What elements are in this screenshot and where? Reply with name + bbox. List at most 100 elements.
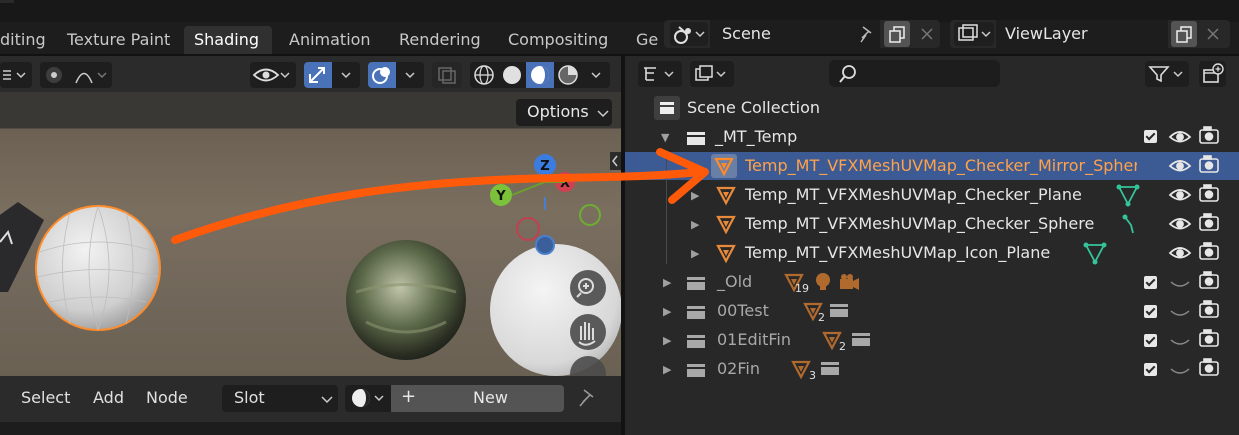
mirror-sphere[interactable] [346,240,466,360]
material-sphere-icon [352,389,384,407]
outliner-row-checker-mirror-sphere[interactable]: ▶ Temp_MT_VFXMeshUVMap_Checker_Mirror_Sp… [625,152,1239,180]
pin-icon[interactable] [853,21,879,47]
collection-icon [687,306,705,319]
plus-icon: + [401,386,417,407]
tab-shading[interactable]: Shading [184,26,272,54]
new-view-layer-icon[interactable] [1171,21,1197,47]
object-count: 19 [795,282,809,295]
gizmo-neg-z[interactable] [535,235,555,255]
selected-sphere[interactable] [35,205,161,331]
menu-select[interactable]: Select [21,388,70,407]
tab-texture-paint[interactable]: Texture Paint [57,26,180,54]
mesh-vertex-icon[interactable] [1119,211,1141,237]
collection-child-icon[interactable] [819,359,841,379]
scene-collection-icon [654,96,680,120]
search-icon [839,65,856,83]
object-count: 2 [839,340,846,353]
collection-child-icon[interactable] [828,301,850,321]
view-layer-icon [695,65,726,81]
gizmo-x-label: X [560,176,570,191]
display-mode-dropdown[interactable] [638,61,682,87]
tab-geometry-nodes[interactable]: Ge [626,26,668,54]
collection-child-icon[interactable] [850,330,872,350]
overlays-dropdown[interactable] [368,62,424,88]
new-label: New [473,388,508,407]
new-material-button[interactable]: + New [391,385,564,412]
expand-triangle-icon[interactable]: ▶ [663,276,671,289]
expand-triangle-icon[interactable]: ▶ [691,247,699,260]
zoom-icon[interactable] [570,270,606,306]
menu-node[interactable]: Node [146,388,188,407]
row-label: Temp_MT_VFXMeshUVMap_Checker_Sphere [745,214,1095,233]
object-count: 2 [818,311,825,324]
scene-icon [674,26,705,44]
mesh-data-icon[interactable] [1115,182,1141,208]
filter-collection-dropdown[interactable] [690,61,734,87]
shading-options-dropdown[interactable] [582,62,610,88]
exclude-checkbox[interactable] [1144,276,1157,289]
object-icon [716,186,736,206]
tab-compositing[interactable]: Compositing [498,26,618,54]
new-collection-button[interactable] [1199,61,1226,87]
rendered-shading-icon[interactable] [554,62,582,88]
wireframe-shading-icon[interactable] [470,62,498,88]
row-label: _Old [717,272,753,291]
gizmo-dropdown[interactable] [304,62,360,88]
visibility-dropdown[interactable] [250,62,296,88]
outliner-row-checker-sphere[interactable]: ▶ Temp_MT_VFXMeshUVMap_Checker_Sphere [625,210,1239,239]
material-browse-button[interactable] [345,385,391,412]
pin-icon[interactable] [574,385,600,411]
sidebar-toggle[interactable] [610,152,621,170]
expand-triangle-icon[interactable]: ▶ [691,218,699,231]
light-icon[interactable] [812,271,834,293]
menu-add[interactable]: Add [93,388,124,407]
tree-guide-line [666,152,667,264]
proportional-edit-button[interactable] [40,62,112,88]
new-scene-icon[interactable] [884,21,910,47]
collection-icon [687,364,705,377]
tab-editing[interactable]: diting [0,26,56,54]
gizmo-neg-y[interactable] [579,204,601,226]
expand-triangle-icon[interactable]: ▼ [661,131,669,144]
row-label: 02Fin [717,359,760,378]
material-preview-icon[interactable] [526,62,554,88]
exclude-checkbox[interactable] [1144,130,1157,143]
filter-dropdown[interactable] [1145,61,1189,87]
expand-triangle-icon[interactable]: ▶ [663,305,671,318]
exclude-checkbox[interactable] [1144,334,1157,347]
outliner-tree-icon [644,67,674,81]
mesh-data-icon[interactable] [1082,240,1108,266]
3d-viewport[interactable]: Z Y X Options [0,92,621,376]
chevron-down-icon [321,396,333,404]
collection-icon [687,277,705,290]
slot-dropdown[interactable]: Slot [222,385,338,412]
solid-shading-icon[interactable] [498,62,526,88]
options-dropdown[interactable]: Options [516,99,612,126]
transform-orientation-button[interactable] [0,62,32,88]
gizmo-neg-x[interactable] [516,217,540,241]
expand-triangle-icon[interactable]: ▶ [691,160,699,173]
outliner-search-input[interactable] [829,60,1000,87]
outliner-row-checker-plane[interactable]: ▶ Temp_MT_VFXMeshUVMap_Checker_Plane [625,181,1239,210]
close-scene-icon[interactable] [914,21,940,47]
view-layer-browse-button[interactable] [954,22,994,46]
expand-triangle-icon[interactable]: ▶ [663,334,671,347]
gizmo-y-label: Y [495,189,506,204]
outliner-row-icon-plane[interactable]: ▶ Temp_MT_VFXMeshUVMap_Icon_Plane [625,239,1239,268]
camera-icon[interactable] [837,271,863,293]
object-icon [714,157,734,177]
view-layer-icon [958,24,991,41]
exclude-checkbox[interactable] [1144,363,1157,376]
expand-triangle-icon[interactable]: ▶ [663,363,671,376]
row-label: 00Test [717,301,769,320]
scene-browse-button[interactable] [670,22,708,46]
close-view-layer-icon[interactable] [1200,21,1226,47]
exclude-checkbox[interactable] [1144,305,1157,318]
xray-toggle[interactable] [432,62,462,88]
expand-triangle-icon[interactable]: ▶ [691,189,699,202]
checker-sphere[interactable] [490,244,621,376]
tab-animation[interactable]: Animation [279,26,381,54]
tab-rendering[interactable]: Rendering [389,26,491,54]
scene-collection-label[interactable]: Scene Collection [687,98,820,117]
chevron-down-icon [597,110,609,118]
